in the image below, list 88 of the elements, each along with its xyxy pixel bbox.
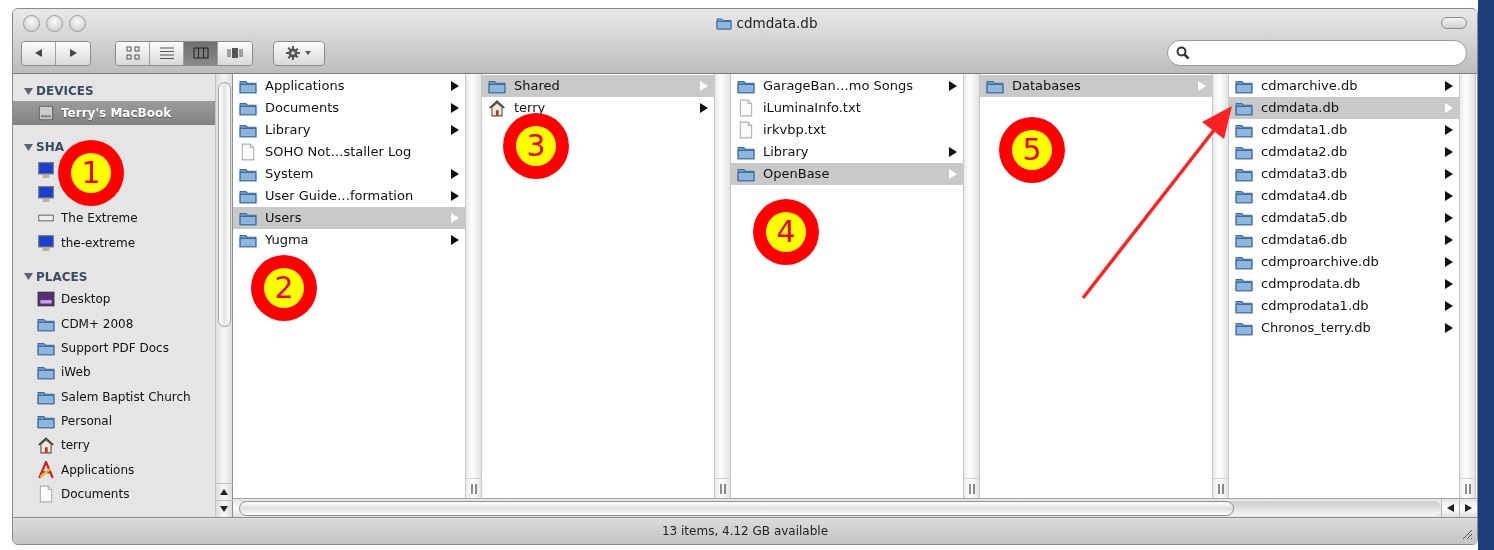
search-field[interactable] <box>1167 40 1467 66</box>
section-header: DEVICES <box>36 83 94 100</box>
up-arrow-icon <box>220 489 228 495</box>
document-icon <box>737 121 755 139</box>
section-header: PLACES <box>36 268 88 286</box>
grip-lines-icon <box>470 483 477 494</box>
sidebar-item[interactable]: terry <box>13 433 94 458</box>
file-item[interactable]: Users <box>233 207 465 229</box>
columns-icon <box>192 45 209 61</box>
resize-grip-icon[interactable] <box>1461 528 1473 540</box>
file-item[interactable]: GarageBan…mo Songs <box>731 75 963 97</box>
cover-flow-view-button[interactable] <box>218 41 252 65</box>
file-item[interactable]: cdmprodata.db <box>1229 273 1459 295</box>
column-view-button[interactable] <box>184 41 218 65</box>
scroll-thumb[interactable] <box>239 500 1234 516</box>
window-title: cdmdata.db <box>736 13 818 33</box>
file-item[interactable]: Databases <box>980 75 1212 97</box>
section-header: SHA <box>36 139 64 157</box>
house-icon <box>488 99 506 117</box>
sidebar-item[interactable]: iWeb <box>13 360 95 385</box>
document-icon <box>37 485 55 504</box>
applications-icon <box>37 460 55 479</box>
forward-arrow-icon <box>68 48 78 58</box>
list-view-button[interactable] <box>150 41 184 65</box>
folder-icon <box>715 15 732 31</box>
action-menu-button[interactable] <box>273 40 325 66</box>
forward-button[interactable] <box>56 41 90 65</box>
gear-icon <box>284 45 314 61</box>
house-icon <box>37 436 55 455</box>
sidebar-item[interactable]: Personal <box>13 408 116 434</box>
sidebar-item[interactable]: Desktop <box>13 286 115 312</box>
monitor-icon <box>37 233 55 252</box>
back-arrow-icon <box>33 48 44 58</box>
hard-drive-icon <box>37 104 55 123</box>
file-item[interactable]: OpenBase <box>731 163 963 185</box>
grip-lines-icon <box>968 483 975 494</box>
file-item[interactable]: Documents <box>233 97 465 119</box>
grip-lines-icon <box>1217 483 1224 494</box>
sidebar-item[interactable]: Documents <box>13 482 134 507</box>
scroll-thumb[interactable] <box>217 82 231 327</box>
left-arrow-icon <box>1447 504 1454 512</box>
document-icon <box>239 143 257 161</box>
file-item[interactable]: cdmdata6.db <box>1229 229 1459 251</box>
file-item[interactable]: SOHO Not…staller Log <box>233 141 465 163</box>
desktop-icon <box>37 290 55 309</box>
file-item[interactable]: iLuminaInfo.txt <box>731 97 963 119</box>
file-item[interactable]: cdmdata2.db <box>1229 141 1459 163</box>
sidebar-item[interactable]: The Extreme <box>13 206 142 231</box>
file-item[interactable]: Library <box>233 119 465 141</box>
file-item[interactable]: Yugma <box>233 229 465 251</box>
list-icon <box>158 45 175 61</box>
file-item[interactable]: cdmproarchive.db <box>1229 251 1459 273</box>
file-item[interactable]: cdmarchive.db <box>1229 75 1459 97</box>
document-icon <box>737 99 755 117</box>
sidebar-item[interactable]: Support PDF Docs <box>13 335 173 361</box>
file-item[interactable]: cdmdata.db <box>1229 97 1459 119</box>
sidebar-item[interactable]: CDM+ 2008 <box>13 311 138 336</box>
down-arrow-icon <box>220 506 228 512</box>
sidebar-item[interactable]: Salem Baptist Church <box>13 384 195 409</box>
file-item[interactable]: System <box>233 163 465 185</box>
file-item[interactable]: cdmdata3.db <box>1229 163 1459 185</box>
sidebar-item[interactable]: Applications <box>13 457 139 483</box>
grid-icon <box>124 45 141 61</box>
file-item[interactable]: Library <box>731 141 963 163</box>
file-item[interactable]: Chronos_terry.db <box>1229 317 1459 339</box>
search-icon <box>1176 46 1190 60</box>
file-item[interactable]: User Guide…formation <box>233 185 465 207</box>
toolbar-toggle-button[interactable] <box>1441 17 1467 29</box>
icon-view-button[interactable] <box>116 41 150 65</box>
cover-flow-icon <box>227 45 243 61</box>
file-item[interactable]: irkvbp.txt <box>731 119 963 141</box>
monitor-icon <box>37 184 55 203</box>
file-item[interactable]: cdmdata1.db <box>1229 119 1459 141</box>
right-arrow-icon <box>1465 504 1472 512</box>
file-item[interactable]: cdmdata5.db <box>1229 207 1459 229</box>
disclosure-triangle-icon[interactable] <box>24 142 33 152</box>
monitor-icon <box>37 160 55 179</box>
sidebar-item[interactable]: the-extreme <box>13 230 140 255</box>
disclosure-triangle-icon[interactable] <box>24 86 33 96</box>
file-item[interactable]: Applications <box>233 75 465 97</box>
file-item[interactable]: Shared <box>482 75 714 97</box>
back-button[interactable] <box>22 41 56 65</box>
file-item[interactable]: cdmdata4.db <box>1229 185 1459 207</box>
file-item[interactable]: cdmprodata1.db <box>1229 295 1459 317</box>
grip-lines-icon <box>1464 483 1471 494</box>
status-text: 13 items, 4.12 GB available <box>661 523 829 540</box>
disclosure-triangle-icon[interactable] <box>24 272 33 282</box>
grip-lines-icon <box>719 483 726 494</box>
